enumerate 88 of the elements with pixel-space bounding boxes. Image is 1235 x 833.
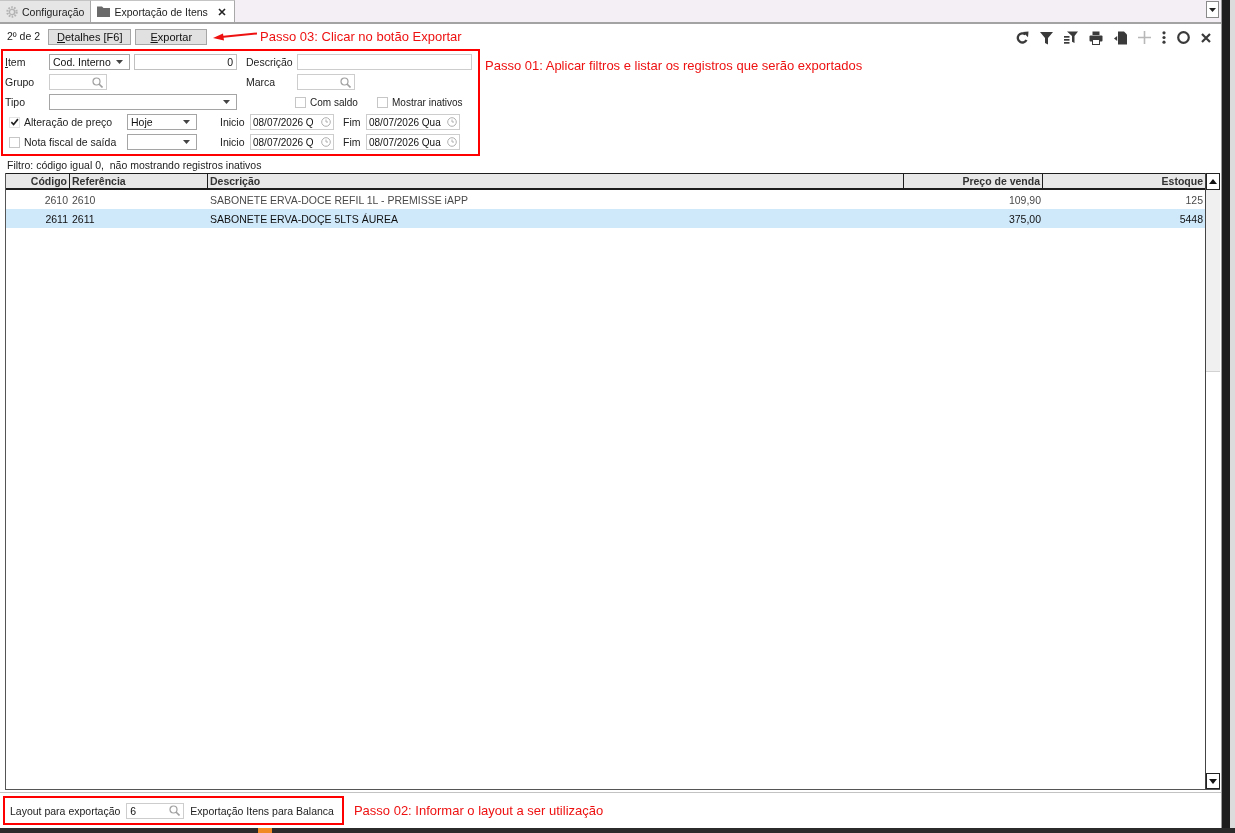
record-position: 2º de 2 — [7, 30, 41, 42]
field-label: Grupo — [5, 76, 35, 88]
refresh-icon[interactable] — [1015, 30, 1029, 45]
step-annotation: Passo 02: Informar o layout a ser utilização — [353, 803, 604, 818]
date-field[interactable]: 08/07/2026 Q — [250, 134, 334, 150]
clock-icon — [447, 137, 457, 147]
column-header[interactable]: Referência — [70, 174, 208, 188]
table-cell: 2611 — [72, 212, 95, 225]
close-icon[interactable] — [1201, 32, 1211, 43]
field-label: Marca — [246, 76, 276, 88]
column-header[interactable]: Descrição — [208, 174, 904, 188]
field-label: Tipo — [5, 96, 26, 108]
caret-down-icon — [183, 120, 190, 124]
table-cell: 109,90 — [1008, 193, 1041, 206]
checkbox[interactable] — [295, 96, 306, 108]
checkbox[interactable] — [9, 136, 20, 148]
table-cell: 375,00 — [1008, 212, 1041, 225]
tab[interactable]: Exportação de Itens — [91, 0, 235, 22]
search-icon — [169, 805, 181, 816]
more-icon[interactable] — [1162, 31, 1166, 44]
table-cell: 2610 — [72, 193, 96, 206]
field-label: Layout para exportação — [10, 804, 121, 817]
print-icon[interactable] — [1089, 30, 1103, 45]
table-cell: 2610 — [44, 193, 68, 206]
step-annotation: Passo 03: Clicar no botão Exportar — [260, 28, 462, 44]
step-annotation: Passo 01: Aplicar filtros e listar os registros que serão exportados — [485, 58, 863, 73]
description-field[interactable] — [297, 54, 472, 70]
folder-icon — [97, 6, 111, 17]
code-field[interactable]: 0 — [134, 54, 237, 70]
arrow-icon — [213, 31, 258, 41]
field-label: Inicio — [220, 116, 245, 128]
tab-list-button[interactable] — [1206, 1, 1219, 18]
table-cell: SABONETE ERVA-DOÇE 5LTS ÁUREA — [210, 212, 398, 225]
caret-down-icon — [223, 100, 230, 104]
search-icon — [92, 76, 103, 88]
clock-icon — [447, 117, 457, 127]
caret-down-icon — [1209, 778, 1217, 784]
checkbox-label: Mostrar inativos — [392, 96, 463, 108]
search-field[interactable] — [297, 74, 355, 90]
search-icon — [340, 76, 351, 88]
table-cell: 5448 — [1179, 212, 1203, 225]
caret-up-icon — [1209, 179, 1217, 184]
toolbar-button[interactable]: Exportar — [135, 29, 208, 45]
date-field[interactable]: 08/07/2026 Q — [250, 114, 334, 130]
check-icon — [10, 117, 19, 127]
active-indicator — [258, 828, 272, 833]
clock-icon — [321, 137, 331, 147]
caret-down-icon — [116, 60, 123, 64]
checkbox-label: Com saldo — [310, 96, 358, 108]
scrollbar[interactable] — [1205, 173, 1220, 789]
scrollbar-thumb[interactable] — [1206, 190, 1220, 372]
period-dropdown[interactable]: Hoje — [127, 114, 197, 130]
document-icon[interactable] — [1114, 30, 1127, 45]
table-cell: 125 — [1185, 193, 1203, 206]
date-field[interactable]: 08/07/2026 Qua — [366, 114, 460, 130]
checkbox-label: Nota fiscal de saída — [24, 136, 117, 148]
field-label: Fim — [343, 116, 361, 128]
filter-summary: Filtro: código igual 0, não mostrando registros inativos — [7, 159, 262, 171]
toolbar-button[interactable]: Detalhes [F6] — [48, 29, 132, 45]
layout-search-field[interactable]: 6 — [126, 802, 185, 819]
column-header[interactable]: Preço de venda — [904, 174, 1043, 188]
tab[interactable]: Configuração — [0, 0, 92, 22]
gear-icon — [6, 5, 18, 18]
search-field[interactable] — [49, 74, 107, 90]
clock-icon — [321, 117, 331, 127]
checkbox-label: Alteração de preço — [24, 116, 113, 128]
field-label: Inicio — [220, 136, 245, 148]
filter-icon[interactable] — [1040, 30, 1053, 45]
caret-down-icon — [1209, 7, 1216, 12]
scroll-down-button[interactable] — [1206, 773, 1220, 789]
column-header[interactable]: Código — [6, 174, 70, 188]
date-field[interactable]: 08/07/2026 Qua — [366, 134, 460, 150]
field-label: Fim — [343, 136, 361, 148]
circle-icon[interactable] — [1177, 31, 1190, 44]
field-label: Descrição — [246, 56, 293, 68]
column-header[interactable]: Estoque — [1043, 174, 1205, 188]
checkbox[interactable] — [9, 116, 20, 128]
table-row[interactable]: 2611 2611 SABONETE ERVA-DOÇE 5LTS ÁUREA 375,00 5448 — [6, 209, 1205, 228]
filter-list-icon[interactable] — [1064, 31, 1078, 44]
scroll-up-button[interactable] — [1206, 173, 1220, 190]
layout-description: Exportação Itens para Balanca — [190, 804, 334, 817]
close-icon[interactable] — [217, 7, 226, 16]
table-cell: 2611 — [45, 212, 68, 225]
dropdown[interactable]: Cod. Interno — [49, 54, 130, 70]
checkbox[interactable] — [377, 96, 388, 108]
table-cell: SABONETE ERVA-DOCE REFIL 1L - PREMISSE iAPP — [210, 193, 468, 206]
caret-down-icon — [183, 140, 190, 144]
field-label: Item — [5, 56, 26, 68]
